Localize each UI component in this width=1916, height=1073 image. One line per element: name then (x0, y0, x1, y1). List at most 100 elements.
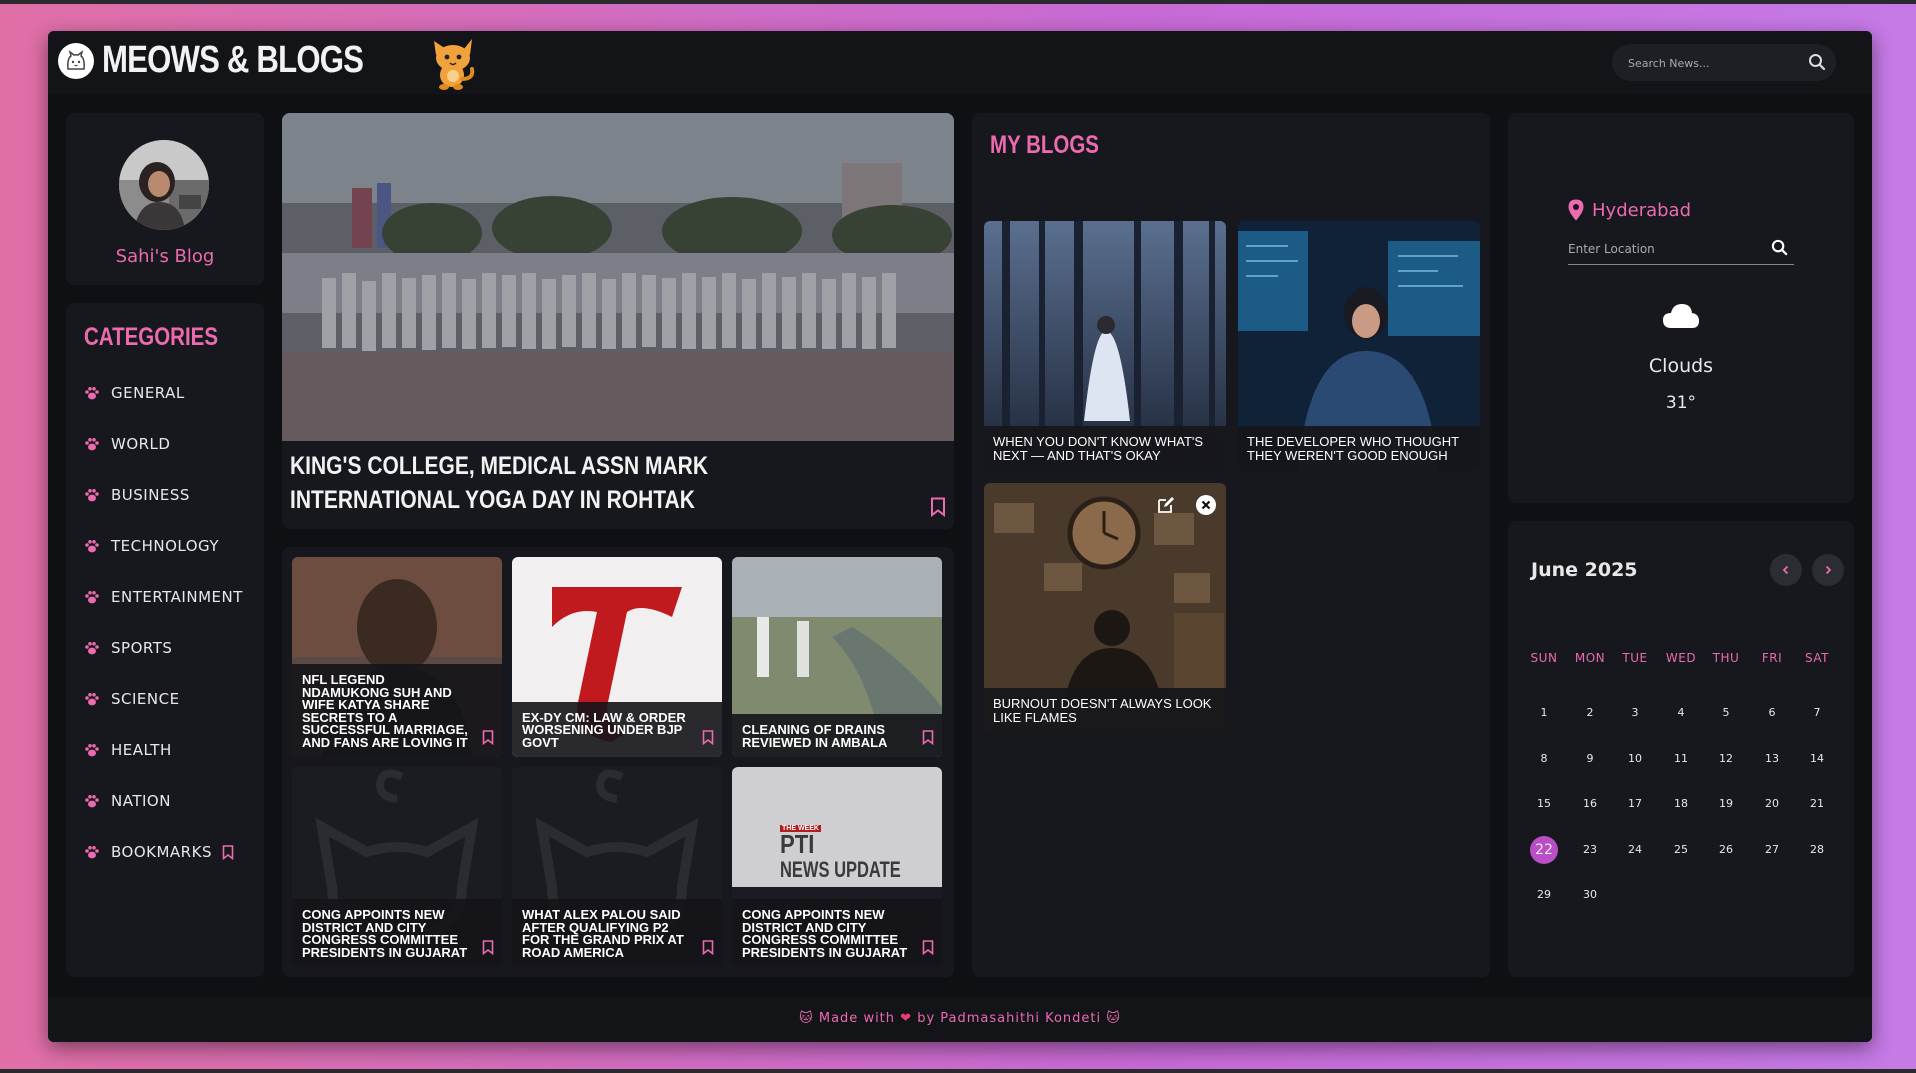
weekday-thu: THU (1712, 651, 1740, 665)
brand-title[interactable]: MEOWS & BLOGS (102, 39, 364, 82)
pti-banner-text: NEWS UPDATE (780, 857, 901, 882)
top-news-panel[interactable]: KING'S COLLEGE, MEDICAL ASSN MARK INTERN… (282, 113, 954, 529)
heart-icon: ❤ (900, 1011, 913, 1026)
news-card-title: WHAT ALEX PALOU SAID AFTER QUALIFYING P2… (522, 907, 684, 960)
calendar-day[interactable]: 6 (1758, 699, 1786, 727)
cat-emoji-icon: 🐱 (799, 1011, 814, 1026)
close-icon[interactable] (1196, 495, 1216, 519)
cat-emoji-icon: 🐱 (1106, 1011, 1121, 1026)
calendar-year: 2025 (1584, 559, 1638, 581)
next-month-button[interactable] (1812, 554, 1844, 586)
news-search-input[interactable] (1628, 53, 1798, 73)
edit-icon[interactable] (1156, 495, 1176, 519)
category-sports[interactable]: SPORTS (84, 636, 172, 660)
calendar-day[interactable]: 18 (1667, 790, 1695, 818)
category-label: SCIENCE (111, 690, 180, 708)
pti-logo-text: PTI (780, 829, 815, 859)
category-science[interactable]: SCIENCE (84, 687, 180, 711)
calendar-day[interactable]: 23 (1576, 836, 1604, 864)
calendar-day[interactable]: 5 (1712, 699, 1740, 727)
calendar-day[interactable]: 11 (1667, 745, 1695, 773)
weather-panel: Hyderabad Clouds 31° (1508, 113, 1854, 503)
news-card[interactable]: NFL LEGEND NDAMUKONG SUH AND WIFE KATYA … (292, 557, 502, 757)
bookmark-icon[interactable] (482, 940, 494, 959)
calendar-day[interactable]: 27 (1758, 836, 1786, 864)
calendar-day[interactable]: 8 (1530, 745, 1558, 773)
paw-icon (84, 845, 100, 859)
category-label: TECHNOLOGY (111, 537, 220, 555)
hero-news-image[interactable] (282, 113, 954, 441)
paw-icon (84, 488, 100, 502)
search-icon[interactable] (1771, 239, 1788, 260)
blog-card-title: WHEN YOU DON'T KNOW WHAT'S NEXT — AND TH… (993, 434, 1204, 463)
calendar-day[interactable]: 30 (1576, 881, 1604, 909)
calendar-day[interactable]: 28 (1803, 836, 1831, 864)
news-card[interactable]: THE WEEK PTI NEWS UPDATE CONG APPOINTS N… (732, 767, 942, 967)
calendar-day[interactable]: 19 (1712, 790, 1740, 818)
category-health[interactable]: HEALTH (84, 738, 172, 762)
paw-icon (84, 692, 100, 706)
bookmark-icon[interactable] (702, 940, 714, 959)
calendar-day[interactable]: 3 (1621, 699, 1649, 727)
calendar-day[interactable]: 7 (1803, 699, 1831, 727)
my-blogs-panel: MY BLOGS WHEN YOU DON'T KNOW WHAT'S NEXT… (972, 113, 1490, 977)
prev-month-button[interactable] (1770, 554, 1802, 586)
news-card[interactable]: CONG APPOINTS NEW DISTRICT AND CITY CONG… (292, 767, 502, 967)
location-pin-icon (1568, 199, 1584, 221)
footer-suffix: by Padmasahithi Kondeti (917, 1011, 1102, 1026)
news-card[interactable]: WHAT ALEX PALOU SAID AFTER QUALIFYING P2… (512, 767, 722, 967)
calendar-day[interactable]: 21 (1803, 790, 1831, 818)
news-card[interactable]: EX-DY CM: LAW & ORDER WORSENING UNDER BJ… (512, 557, 722, 757)
cat-logo-icon[interactable] (58, 43, 94, 79)
calendar-day[interactable]: 12 (1712, 745, 1740, 773)
blog-card[interactable]: BURNOUT DOESN'T ALWAYS LOOK LIKE FLAMES (984, 483, 1226, 733)
calendar-day[interactable]: 14 (1803, 745, 1831, 773)
calendar-panel: June 2025 SUN MON TUE WED THU FRI SAT 12… (1508, 521, 1854, 977)
bookmark-icon[interactable] (922, 730, 934, 749)
bookmark-icon[interactable] (482, 730, 494, 749)
calendar-day-today[interactable]: 22 (1530, 836, 1558, 864)
calendar-day[interactable]: 26 (1712, 836, 1740, 864)
category-business[interactable]: BUSINESS (84, 483, 190, 507)
news-search-box[interactable] (1612, 44, 1836, 81)
category-nation[interactable]: NATION (84, 789, 171, 813)
bookmark-icon[interactable] (922, 940, 934, 959)
calendar-day[interactable]: 15 (1530, 790, 1558, 818)
news-card-title: NFL LEGEND NDAMUKONG SUH AND WIFE KATYA … (302, 672, 468, 750)
bookmark-icon[interactable] (702, 730, 714, 749)
category-label: NATION (111, 792, 171, 810)
bookmark-icon[interactable] (930, 497, 946, 521)
blog-card[interactable]: THE DEVELOPER WHO THOUGHT THEY WEREN'T G… (1238, 221, 1480, 471)
calendar-day[interactable]: 17 (1621, 790, 1649, 818)
location-search[interactable] (1568, 233, 1794, 265)
calendar-day[interactable]: 4 (1667, 699, 1695, 727)
category-world[interactable]: WORLD (84, 432, 170, 456)
search-icon[interactable] (1808, 53, 1826, 75)
calendar-day[interactable]: 9 (1576, 745, 1604, 773)
calendar-day[interactable]: 2 (1576, 699, 1604, 727)
weather-location: Hyderabad (1568, 199, 1691, 221)
category-general[interactable]: GENERAL (84, 381, 185, 405)
chevron-left-icon (1782, 565, 1789, 575)
calendar-day[interactable]: 1 (1530, 699, 1558, 727)
category-entertainment[interactable]: ENTERTAINMENT (84, 585, 243, 609)
location-input[interactable] (1568, 239, 1758, 259)
calendar-day[interactable]: 16 (1576, 790, 1604, 818)
calendar-month-year: June 2025 (1531, 559, 1638, 581)
category-technology[interactable]: TECHNOLOGY (84, 534, 219, 558)
weather-condition: Clouds (1648, 355, 1714, 377)
calendar-day[interactable]: 24 (1621, 836, 1649, 864)
calendar-day[interactable]: 25 (1667, 836, 1695, 864)
hero-news-title[interactable]: KING'S COLLEGE, MEDICAL ASSN MARK INTERN… (290, 449, 794, 517)
calendar-day[interactable]: 29 (1530, 881, 1558, 909)
calendar-day[interactable]: 13 (1758, 745, 1786, 773)
avatar[interactable] (119, 140, 209, 230)
category-bookmarks[interactable]: BOOKMARKS (84, 840, 234, 864)
calendar-day[interactable]: 10 (1621, 745, 1649, 773)
cat-mascot-icon (424, 35, 480, 95)
calendar-day[interactable]: 20 (1758, 790, 1786, 818)
weekday-sat: SAT (1805, 651, 1829, 665)
news-card[interactable]: CLEANING OF DRAINS REVIEWED IN AMBALA (732, 557, 942, 757)
categories-heading: CATEGORIES (84, 323, 219, 351)
blog-card[interactable]: WHEN YOU DON'T KNOW WHAT'S NEXT — AND TH… (984, 221, 1226, 471)
